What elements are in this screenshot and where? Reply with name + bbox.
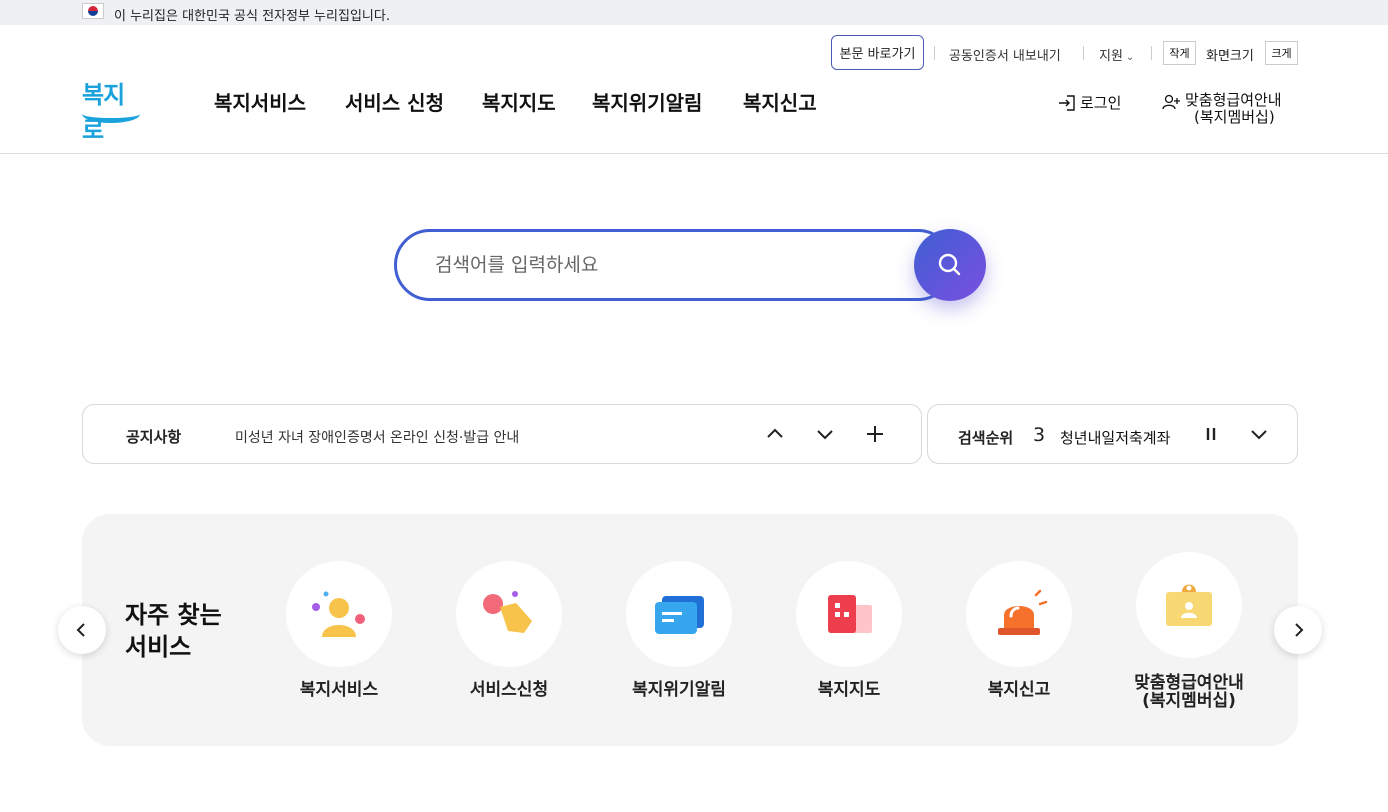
person-icon xyxy=(286,561,392,667)
support-menu[interactable]: 지원 ⌄ xyxy=(1099,45,1134,64)
gov-banner-text: 이 누리집은 대한민국 공식 전자정부 누리집입니다. xyxy=(114,9,390,24)
search-rank-bar: 검색순위 3 청년내일저축계좌 xyxy=(927,404,1298,464)
rank-keyword[interactable]: 청년내일저축계좌 xyxy=(1060,427,1170,448)
plus-icon[interactable] xyxy=(863,422,887,446)
frequent-services-title: 자주 찾는 서비스 xyxy=(125,599,222,663)
korea-flag-icon xyxy=(82,3,104,19)
service-label: 서비스신청 xyxy=(469,680,549,700)
service-label: 복지위기알림 xyxy=(632,680,726,700)
siren-icon xyxy=(966,561,1072,667)
carousel-prev-button[interactable] xyxy=(58,606,106,654)
cert-export-link[interactable]: 공동인증서 내보내기 xyxy=(949,45,1061,64)
zoom-label: 화면크기 xyxy=(1206,49,1254,64)
search-button[interactable] xyxy=(914,229,986,301)
login-icon xyxy=(1059,94,1075,111)
carousel-next-button[interactable] xyxy=(1274,606,1322,654)
rank-label: 검색순위 xyxy=(958,429,1014,447)
chevron-down-icon: ⌄ xyxy=(1125,52,1135,63)
gov-banner: 이 누리집은 대한민국 공식 전자정부 누리집입니다. xyxy=(0,0,1388,25)
site-header: 본문 바로가기 공동인증서 내보내기 지원 ⌄ 작게 화면크기 크게 복지로 복지… xyxy=(0,25,1388,154)
zoom-in-button[interactable]: 크게 xyxy=(1265,41,1298,65)
nav-welfare-services[interactable]: 복지서비스 xyxy=(214,87,306,116)
login-label: 로그인 xyxy=(1080,94,1122,112)
frequent-services: 자주 찾는 서비스 복지서비스 서비스신청 복지위기알림 복지지도 복지신고 맞… xyxy=(82,514,1298,746)
divider xyxy=(934,46,935,60)
title-line1: 자주 찾는 xyxy=(125,601,222,629)
message-icon xyxy=(626,561,732,667)
hand-click-icon xyxy=(456,561,562,667)
user-add-icon xyxy=(1162,94,1180,110)
chevron-down-icon[interactable] xyxy=(813,422,837,446)
search-box xyxy=(394,229,954,301)
chevron-right-icon xyxy=(1295,623,1304,637)
zoom-out-button[interactable]: 작게 xyxy=(1163,41,1196,65)
notice-bar: 공지사항 미성년 자녀 장애인증명서 온라인 신청·발급 안내 xyxy=(82,404,922,464)
nav-welfare-report[interactable]: 복지신고 xyxy=(743,87,817,116)
membership-card-icon xyxy=(1136,552,1242,658)
support-label: 지원 xyxy=(1099,49,1123,64)
membership-guide-button[interactable]: 맞춤형급여안내 (복지멤버십) xyxy=(1162,92,1282,126)
divider xyxy=(1151,46,1152,60)
service-label: 복지지도 xyxy=(817,680,881,700)
service-label-line1: 맞춤형급여안내 xyxy=(1134,673,1244,693)
rank-number: 3 xyxy=(1033,424,1046,446)
service-label: 맞춤형급여안내 (복지멤버십) xyxy=(1104,674,1274,710)
building-icon xyxy=(796,561,902,667)
divider xyxy=(1083,46,1084,60)
search-area xyxy=(394,229,986,301)
pause-icon[interactable] xyxy=(1199,422,1223,446)
notice-label: 공지사항 xyxy=(126,428,182,446)
search-input[interactable] xyxy=(435,254,895,276)
nav-crisis-alert[interactable]: 복지위기알림 xyxy=(592,87,702,116)
service-label-line2: (복지멤버십) xyxy=(1142,691,1236,711)
chevron-up-icon[interactable] xyxy=(763,422,787,446)
chevron-left-icon xyxy=(76,623,85,637)
member-label-line2: (복지멤버십) xyxy=(1194,108,1275,126)
login-button[interactable]: 로그인 xyxy=(1058,92,1121,113)
nav-service-apply[interactable]: 서비스 신청 xyxy=(345,87,444,116)
title-line2: 서비스 xyxy=(125,633,192,661)
service-label: 복지서비스 xyxy=(299,680,379,700)
service-label: 복지신고 xyxy=(987,680,1051,700)
search-icon xyxy=(938,253,961,276)
chevron-down-icon[interactable] xyxy=(1247,422,1271,446)
nav-welfare-map[interactable]: 복지지도 xyxy=(482,87,556,116)
site-logo[interactable]: 복지로 xyxy=(80,73,144,144)
logo-smile-icon xyxy=(82,105,140,123)
skip-to-content-button[interactable]: 본문 바로가기 xyxy=(831,35,924,70)
notice-text[interactable]: 미성년 자녀 장애인증명서 온라인 신청·발급 안내 xyxy=(235,427,519,447)
